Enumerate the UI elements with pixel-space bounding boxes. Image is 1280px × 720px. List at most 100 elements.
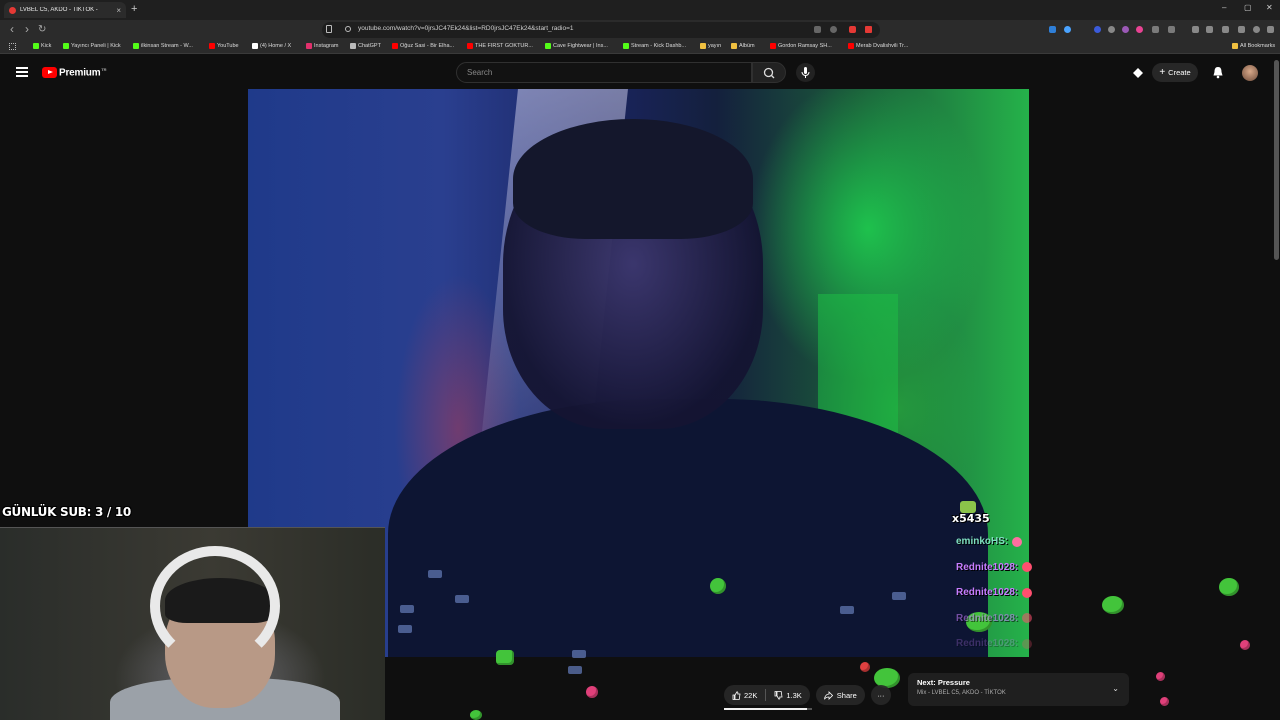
forward-button[interactable]: ›: [25, 23, 29, 35]
extension-icon[interactable]: [1136, 26, 1143, 33]
bookmark-favicon-icon: [467, 43, 473, 49]
cast-icon[interactable]: [814, 26, 821, 33]
bookmark-label: Gordon Ramsay SH...: [778, 43, 832, 49]
back-button[interactable]: ‹: [10, 23, 14, 35]
bookmark-label: Yayıncı Paneli | Kick: [71, 43, 121, 49]
video-actions: 22K 1.3K Share ···: [724, 684, 891, 706]
zoom-icon[interactable]: [830, 26, 837, 33]
extension-icon[interactable]: [1168, 26, 1175, 33]
maximize-button[interactable]: ▢: [1244, 3, 1252, 12]
site-info-icon[interactable]: [345, 26, 351, 32]
search-button[interactable]: [752, 62, 786, 83]
gaming-controller-icon[interactable]: [1132, 67, 1144, 79]
create-button[interactable]: + Create: [1152, 63, 1198, 82]
youtube-premium-logo[interactable]: PremiumTR: [59, 67, 107, 78]
bookmark-label: yayın: [708, 43, 722, 49]
all-bookmarks-link[interactable]: All Bookmarks: [1232, 43, 1275, 49]
bookmark-item[interactable]: Gordon Ramsay SH...: [770, 43, 832, 49]
tank-emote-icon: [840, 606, 854, 614]
chat-emote-icon: [1022, 587, 1033, 598]
account-avatar[interactable]: [1242, 65, 1258, 81]
chat-username: eminkoHS:: [956, 536, 1009, 547]
extension-icon[interactable]: [1064, 26, 1071, 33]
bookmark-page-icon[interactable]: [326, 25, 332, 33]
bookmark-label: Kick: [41, 43, 52, 49]
tank-emote-icon: [428, 570, 442, 578]
tank-emote-icon: [892, 592, 906, 600]
chevron-down-icon[interactable]: ⌄: [1112, 684, 1119, 693]
rewards-icon[interactable]: [865, 26, 872, 33]
page-scrollbar[interactable]: [1274, 60, 1279, 260]
url-text[interactable]: youtube.com/watch?v=0jrsJC47Ek24&list=RD…: [358, 25, 574, 32]
bookmark-item[interactable]: Stream - Kick Dashb...: [623, 43, 686, 49]
search-input[interactable]: Search: [456, 62, 752, 83]
chat-message: Rednite1028:: [956, 613, 1033, 624]
wallet-icon[interactable]: [1222, 26, 1229, 33]
bookmark-item[interactable]: Merab Dvalishvili Tr...: [848, 43, 908, 49]
bookmark-item[interactable]: Oğuz Sasi - Bir Elha...: [392, 43, 454, 49]
bookmark-item[interactable]: Albüm: [731, 43, 755, 49]
bookmark-item[interactable]: YouTube: [209, 43, 239, 49]
brand-country: TR: [101, 67, 107, 72]
bookmark-item[interactable]: ChatGPT: [350, 43, 381, 49]
youtube-logo-icon[interactable]: [42, 67, 57, 78]
new-tab-button[interactable]: +: [131, 3, 137, 16]
close-window-button[interactable]: ✕: [1266, 3, 1273, 12]
tank-emote-icon: [572, 650, 586, 658]
extension-icon[interactable]: [1049, 26, 1056, 33]
bookmark-item[interactable]: ilkinsan Stream - W...: [133, 43, 193, 49]
tab-close-icon[interactable]: ×: [116, 6, 121, 15]
extension-icon[interactable]: [1108, 26, 1115, 33]
bookmark-label: YouTube: [217, 43, 239, 49]
extension-icon[interactable]: [1094, 26, 1101, 33]
apps-grid-icon[interactable]: [9, 43, 16, 50]
folder-icon: [1232, 43, 1238, 49]
bookmark-item[interactable]: (4) Home / X: [252, 43, 291, 49]
search-icon: [763, 67, 775, 79]
bookmark-item[interactable]: Yayıncı Paneli | Kick: [63, 43, 121, 49]
thumbs-down-icon: [774, 690, 783, 700]
share-button[interactable]: Share: [815, 685, 865, 705]
vpn-icon[interactable]: [1238, 26, 1245, 33]
heart-emote-icon: [1240, 640, 1250, 650]
menu-hamburger-icon[interactable]: [16, 67, 28, 77]
voice-search-button[interactable]: [796, 63, 815, 82]
extension-icon[interactable]: [1152, 26, 1159, 33]
brave-shield-icon[interactable]: [849, 26, 856, 33]
sidebar-icon[interactable]: [1206, 26, 1213, 33]
bookmark-label: Cave Fightwear | Ins...: [553, 43, 608, 49]
reload-button[interactable]: ↻: [38, 24, 46, 35]
bookmark-item[interactable]: Instagram: [306, 43, 338, 49]
tank-emote-icon: [455, 595, 469, 603]
bookmark-favicon-icon: [623, 43, 629, 49]
more-actions-button[interactable]: ···: [870, 685, 891, 705]
browser-tab-strip: LVBEL C5, AKDO - TIKTOK - × + – ▢ ✕: [0, 0, 1280, 20]
pepe-emote-icon: [1102, 596, 1124, 614]
bookmark-favicon-icon: [392, 43, 398, 49]
bookmark-item[interactable]: THE FIRST GOKTUR...: [467, 43, 533, 49]
up-next-card[interactable]: Next: Pressure Mix - LVBEL C5, AKDO - Tİ…: [908, 673, 1129, 706]
heart-emote-icon: [586, 686, 598, 698]
chat-username: Rednite1028:: [956, 638, 1019, 649]
profile-icon[interactable]: [1253, 26, 1260, 33]
bookmark-favicon-icon: [770, 43, 776, 49]
notifications-bell-icon[interactable]: [1212, 66, 1224, 79]
browser-tab[interactable]: LVBEL C5, AKDO - TIKTOK - ×: [4, 2, 126, 18]
like-button[interactable]: 22K: [732, 691, 757, 700]
bookmark-item[interactable]: Cave Fightwear | Ins...: [545, 43, 608, 49]
bookmark-label: THE FIRST GOKTUR...: [475, 43, 533, 49]
menu-icon[interactable]: [1267, 26, 1274, 33]
bookmark-item[interactable]: Kick: [33, 43, 51, 49]
minimize-button[interactable]: –: [1222, 3, 1226, 12]
bookmark-favicon-icon: [700, 43, 706, 49]
extension-icon[interactable]: [1122, 26, 1129, 33]
chat-username: Rednite1028:: [956, 561, 1019, 573]
bookmark-favicon-icon: [33, 43, 39, 49]
tab-title: LVBEL C5, AKDO - TIKTOK -: [20, 7, 98, 13]
tank-emote-icon: [568, 666, 582, 674]
all-bookmarks-label: All Bookmarks: [1240, 43, 1276, 49]
tank-emote-icon: [398, 625, 412, 633]
dislike-button[interactable]: 1.3K: [774, 690, 802, 700]
bookmark-item[interactable]: yayın: [700, 43, 721, 49]
media-icon[interactable]: [1192, 26, 1199, 33]
